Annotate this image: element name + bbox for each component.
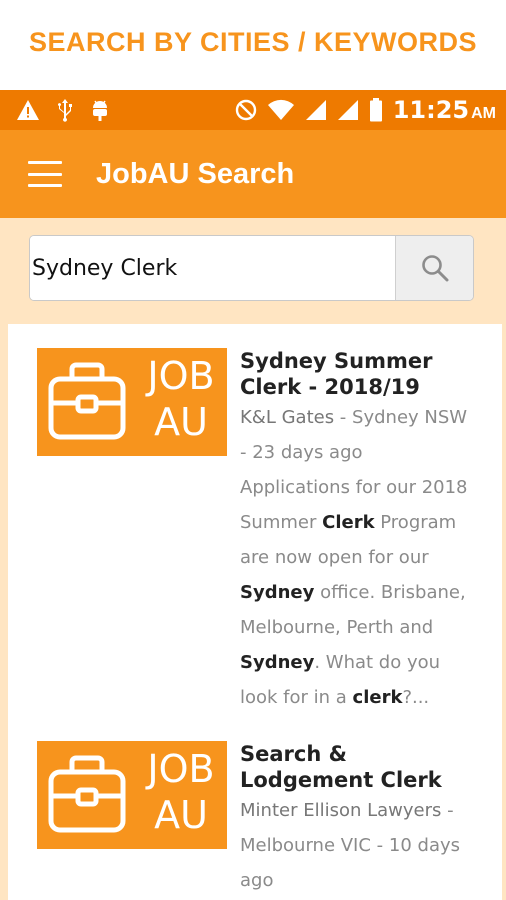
- job-description: Applications for our 2018 Summer Clerk P…: [240, 470, 480, 715]
- job-title[interactable]: Sydney Summer Clerk - 2018/19: [240, 348, 480, 400]
- keyword-highlight: clerk: [352, 687, 403, 708]
- clock-time: 11:25: [392, 96, 470, 124]
- keyword-highlight: Sydney: [240, 652, 315, 673]
- clock-ampm: AM: [471, 105, 496, 122]
- search-bar: [29, 235, 474, 301]
- job-logo: JOB AU: [37, 348, 227, 456]
- briefcase-icon: [48, 755, 126, 833]
- usb-icon: [56, 98, 74, 122]
- job-company: Minter Ellison Lawyers: [240, 800, 442, 821]
- job-title[interactable]: Search & Lodgement Clerk: [240, 741, 480, 793]
- signal-icon: [305, 99, 327, 121]
- app-title: JobAU Search: [96, 157, 295, 190]
- search-input[interactable]: [30, 236, 395, 300]
- job-meta: Minter Ellison Lawyers - Melbourne VIC -…: [240, 800, 461, 891]
- logo-line-au: AU: [154, 793, 208, 837]
- job-company: K&L Gates: [240, 407, 335, 428]
- wifi-icon: [267, 99, 295, 121]
- clock: 11:25 AM: [393, 96, 496, 124]
- banner-text: SEARCH BY CITIES / KEYWORDS: [28, 26, 478, 57]
- android-debug-icon: [90, 98, 110, 122]
- job-location: Sydney NSW: [352, 407, 468, 428]
- briefcase-icon: [48, 362, 126, 440]
- job-age: 23 days ago: [252, 442, 363, 463]
- job-list[interactable]: JOB AU Sydney Summer Clerk - 2018/19 K&L…: [8, 324, 502, 900]
- status-bar: 11:25 AM: [0, 90, 506, 130]
- logo-line-au: AU: [154, 400, 208, 444]
- signal-icon-2: [337, 99, 359, 121]
- search-icon: [421, 255, 448, 282]
- job-logo: JOB AU: [37, 741, 227, 849]
- battery-icon: [369, 98, 383, 122]
- logo-line-job: JOB: [147, 354, 215, 398]
- description-text: ?...: [402, 687, 430, 708]
- hamburger-menu-icon[interactable]: [28, 161, 62, 187]
- promo-banner: SEARCH BY CITIES / KEYWORDS: [0, 0, 506, 90]
- keyword-highlight: Sydney: [240, 582, 315, 603]
- job-meta: K&L Gates - Sydney NSW - 23 days ago: [240, 407, 468, 463]
- app-bar: JobAU Search: [0, 130, 506, 218]
- content-area: JOB AU Sydney Summer Clerk - 2018/19 K&L…: [0, 218, 506, 900]
- job-location: Melbourne VIC: [240, 835, 371, 856]
- keyword-highlight: Clerk: [322, 512, 375, 533]
- logo-line-job: JOB: [147, 747, 215, 791]
- do-not-disturb-icon: [235, 99, 257, 121]
- warning-icon: [16, 99, 40, 121]
- search-button[interactable]: [395, 236, 473, 300]
